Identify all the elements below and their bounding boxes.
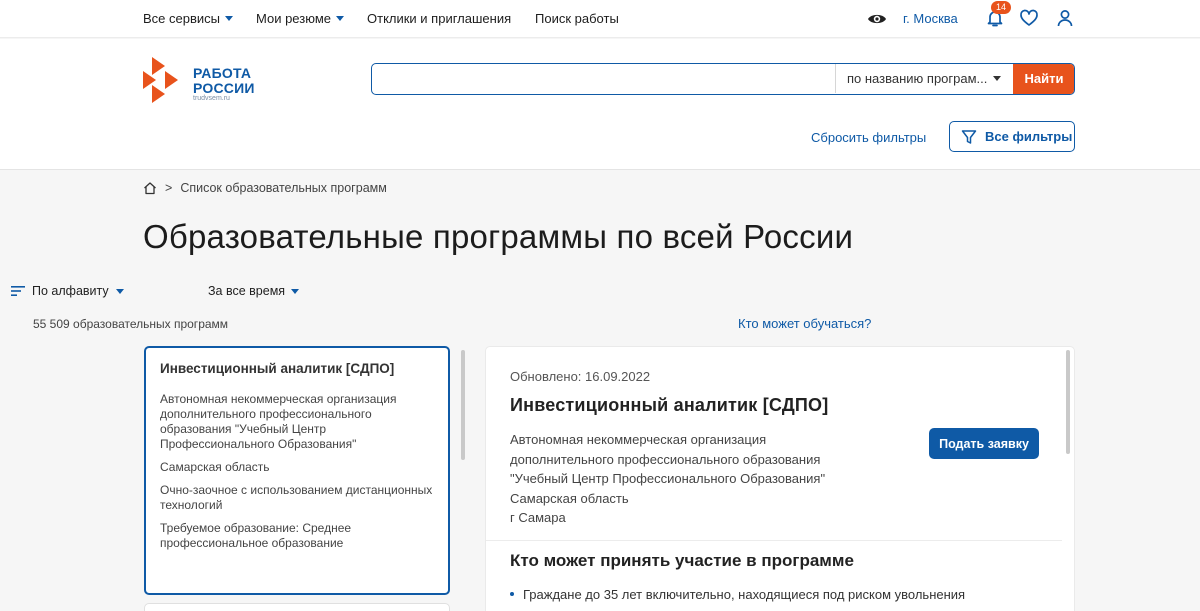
site-header: РАБОТА РОССИИ trudvsem.ru по названию пр…: [0, 39, 1200, 170]
site-logo[interactable]: РАБОТА РОССИИ trudvsem.ru: [143, 57, 273, 105]
divider: [486, 540, 1062, 541]
detail-title: Инвестиционный аналитик [СДПО]: [510, 395, 829, 415]
detail-region: Самарская область: [510, 490, 629, 506]
search-input[interactable]: [372, 64, 835, 93]
detail-scrollbar[interactable]: [1066, 350, 1070, 454]
sort-icon: [11, 286, 25, 296]
program-format: Очно-заочное с использованием дистанцион…: [160, 483, 433, 512]
program-region: Самарская область: [160, 460, 270, 474]
list-item[interactable]: Инвестиционный аналитик [СДПО] Автономна…: [144, 346, 450, 595]
page-title: Образовательные программы по всей России: [143, 218, 854, 255]
job-search-link[interactable]: Поиск работы: [535, 11, 619, 26]
heart-icon[interactable]: [1019, 8, 1039, 28]
period-label: За все время: [208, 284, 286, 298]
top-navigation: Все сервисы Мои резюме Отклики и приглаш…: [0, 0, 1200, 38]
breadcrumb-current: Список образовательных программ: [180, 181, 387, 195]
apply-button[interactable]: Подать заявку: [929, 428, 1039, 459]
sort-dropdown[interactable]: По алфавиту: [11, 284, 124, 298]
logo-line1: РАБОТА: [193, 65, 252, 81]
logo-arrows-icon: [143, 57, 178, 103]
detail-org-line: "Учебный Центр Профессионального Образов…: [510, 471, 826, 486]
updated-date: Обновлено: 16.09.2022: [510, 369, 651, 384]
search-mode-select[interactable]: по названию програм...: [835, 64, 1013, 93]
search-mode-label: по названию програм...: [847, 71, 988, 86]
all-filters-label: Все фильтры: [985, 129, 1073, 144]
program-title: Инвестиционный аналитик [СДПО]: [160, 361, 395, 376]
program-organization: Автономная некоммерческая организация до…: [160, 392, 397, 451]
list-item[interactable]: [144, 603, 450, 611]
resumes-menu-label: Мои резюме: [256, 11, 331, 26]
reset-filters-link[interactable]: Сбросить фильтры: [811, 130, 926, 145]
breadcrumb: > Список образовательных программ: [143, 181, 387, 195]
notification-count-badge: 14: [991, 1, 1011, 14]
city-selector[interactable]: г. Москва: [903, 11, 958, 26]
user-icon[interactable]: [1055, 8, 1075, 28]
job-search-link-label: Поиск работы: [535, 11, 619, 26]
chevron-down-icon: [291, 288, 300, 294]
who-can-study-link[interactable]: Кто может обучаться?: [738, 316, 871, 331]
detail-org-line: дополнительного профессионального образо…: [510, 451, 821, 467]
chevron-down-icon: [993, 76, 1001, 81]
chevron-down-icon: [224, 16, 233, 21]
sort-label: По алфавиту: [32, 284, 109, 298]
chevron-down-icon: [336, 16, 344, 21]
list-scrollbar[interactable]: [461, 350, 465, 460]
responses-link-label: Отклики и приглашения: [367, 11, 512, 26]
search-bar: по названию програм... Найти: [371, 63, 1075, 95]
detail-city: г Самара: [510, 510, 566, 525]
resumes-menu[interactable]: Мои резюме: [256, 11, 344, 26]
breadcrumb-separator: >: [165, 181, 173, 195]
services-menu[interactable]: Все сервисы: [143, 11, 233, 26]
chevron-down-icon: [115, 288, 124, 294]
search-button[interactable]: Найти: [1013, 64, 1074, 94]
participants-heading: Кто может принять участие в программе: [510, 551, 854, 570]
period-dropdown[interactable]: За все время: [208, 284, 300, 298]
home-icon[interactable]: [143, 181, 157, 195]
filter-icon: [961, 130, 977, 144]
results-count: 55 509 образовательных программ: [33, 317, 229, 331]
logo-line2: РОССИИ: [193, 80, 255, 96]
participant-criteria-item: Граждане до 35 лет включительно, находящ…: [510, 585, 1030, 604]
program-detail-panel: Обновлено: 16.09.2022 Инвестиционный ана…: [485, 346, 1075, 611]
services-menu-label: Все сервисы: [143, 11, 220, 26]
responses-link[interactable]: Отклики и приглашения: [367, 11, 511, 26]
program-education: Требуемое образование: Среднее профессио…: [160, 521, 352, 550]
all-filters-button[interactable]: Все фильтры: [949, 121, 1075, 152]
detail-organization: Автономная некоммерческая организация до…: [510, 430, 890, 528]
detail-org-line: Автономная некоммерческая организация: [510, 432, 767, 447]
visually-impaired-icon[interactable]: [867, 9, 887, 29]
logo-domain: trudvsem.ru: [193, 95, 230, 102]
